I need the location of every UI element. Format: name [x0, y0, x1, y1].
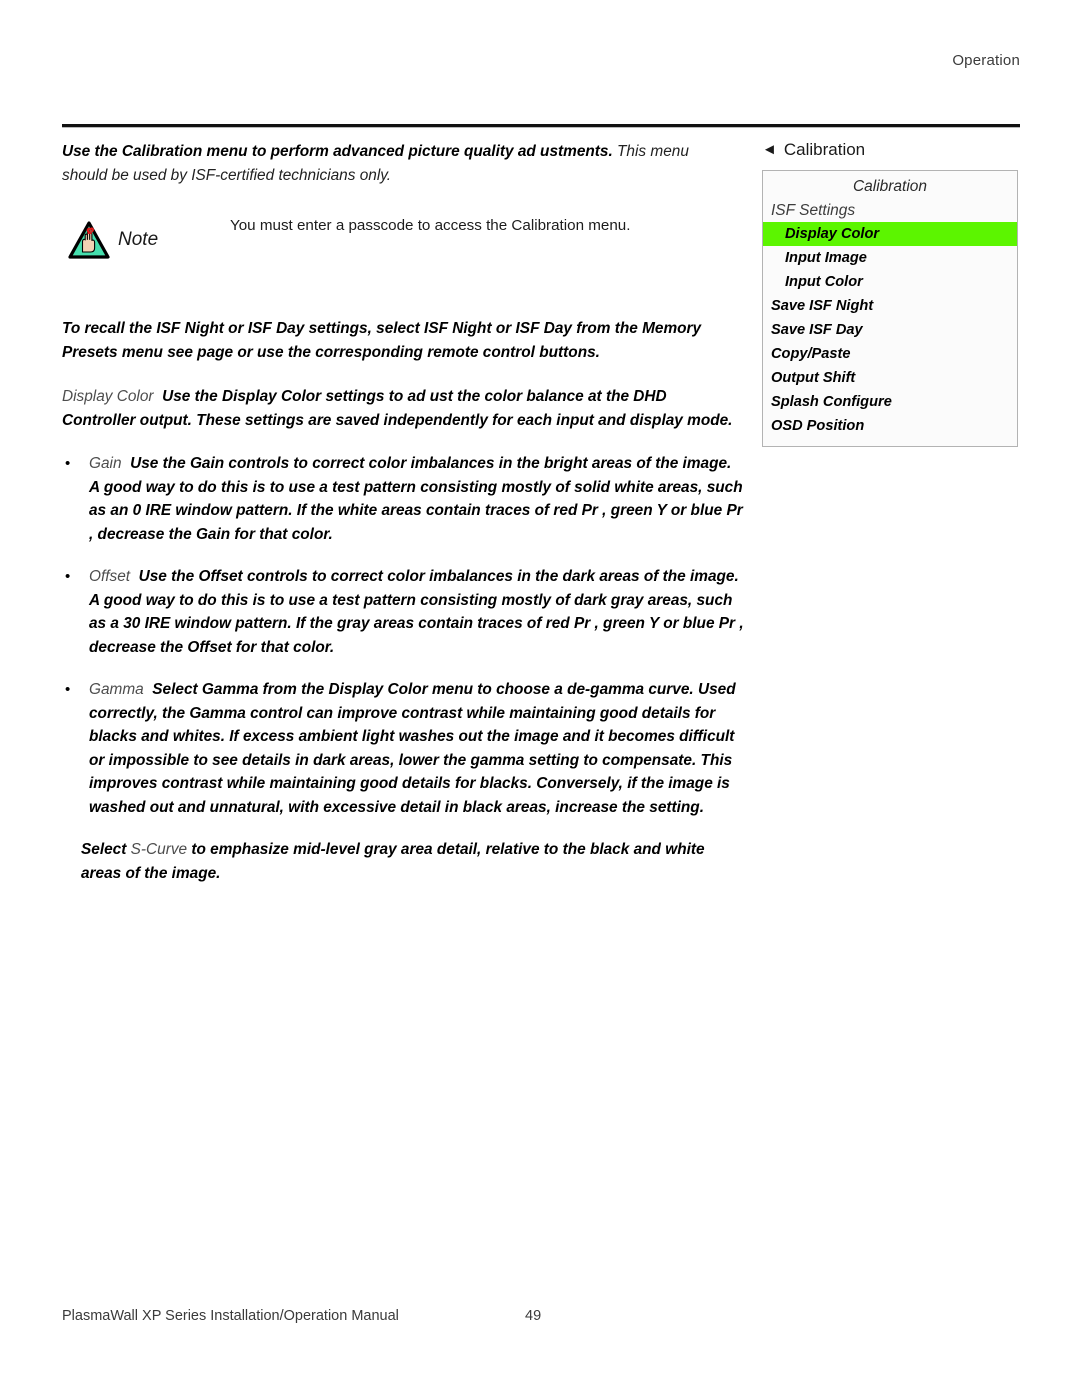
note-label: Note — [118, 229, 159, 250]
footer-page-number: 49 — [525, 1308, 542, 1324]
note-callout: Note You must enter a passcode to access… — [62, 215, 742, 277]
osd-group-label-isf-settings: ISF Settings — [771, 202, 856, 219]
bullet-term: Gain — [89, 455, 122, 472]
osd-item-save-isf-night[interactable]: Save ISF Night — [763, 294, 1017, 318]
osd-item-save-isf-day[interactable]: Save ISF Day — [763, 318, 1017, 342]
osd-item-output-shift[interactable]: Output Shift — [763, 366, 1017, 390]
bullet-text: Use the Gain controls to correct color i… — [89, 455, 743, 543]
bullet-text: Use the Offset controls to correct color… — [89, 568, 744, 656]
display-color-text: Use the Display Color settings to ad ust… — [62, 388, 733, 429]
note-text: You must enter a passcode to access the … — [230, 217, 631, 234]
display-color-paragraph: Display Color Use the Display Color sett… — [62, 385, 740, 432]
osd-panel-title: Calibration — [852, 178, 928, 195]
page-content: Use the Calibration menu to perform adva… — [0, 0, 1080, 1397]
bullet-term: Gamma — [89, 681, 144, 698]
list-item: • Gain Use the Gain controls to correct c… — [62, 452, 744, 546]
osd-item-input-image[interactable]: Input Image — [763, 246, 1017, 270]
bullet-text: Select Gamma from the Display Color menu… — [89, 681, 736, 816]
osd-item-display-color[interactable]: Display Color — [763, 222, 1017, 246]
intro-paragraph: Use the Calibration menu to perform adva… — [62, 140, 734, 187]
display-color-term: Display Color — [62, 388, 154, 405]
settings-bullet-list: • Gain Use the Gain controls to correct c… — [62, 452, 744, 819]
s-curve-paragraph: Select S-Curve to emphasize mid-level gr… — [81, 838, 726, 885]
osd-illustration-column: ◄ Calibration Calibration ISF Settings Di… — [762, 140, 1022, 447]
left-text-column: Use the Calibration menu to perform adva… — [62, 140, 744, 885]
left-pointer-arrow-icon: ◄ — [762, 141, 777, 158]
note-hand-triangle-icon — [68, 221, 110, 259]
bullet-term: Offset — [89, 568, 131, 585]
osd-item-input-color[interactable]: Input Color — [763, 270, 1017, 294]
bullet-dot-icon: • — [65, 455, 71, 472]
osd-item-osd-position[interactable]: OSD Position — [763, 414, 1017, 438]
bullet-dot-icon: • — [65, 568, 71, 585]
footer-manual-title: PlasmaWall XP Series Installation/Operat… — [62, 1308, 399, 1324]
osd-item-copy-paste[interactable]: Copy/Paste — [763, 342, 1017, 366]
s-curve-prefix: Select — [81, 841, 131, 858]
list-item: • Offset Use the Offset controls to corre… — [62, 565, 744, 659]
recall-paragraph: To recall the ISF Night or ISF Day setti… — [62, 320, 702, 361]
osd-item-splash-configure[interactable]: Splash Configure — [763, 390, 1017, 414]
osd-caption-label: Calibration — [783, 140, 866, 159]
osd-caption: ◄ Calibration — [762, 140, 1022, 160]
intro-lead-bold: Use the Calibration menu to perform adva… — [62, 143, 613, 160]
list-item: • Gamma Select Gamma from the Display Col… — [62, 678, 744, 819]
osd-menu-panel: Calibration ISF Settings Display Color I… — [762, 170, 1018, 447]
s-curve-term: S-Curve — [130, 841, 188, 858]
bullet-dot-icon: • — [65, 681, 71, 698]
